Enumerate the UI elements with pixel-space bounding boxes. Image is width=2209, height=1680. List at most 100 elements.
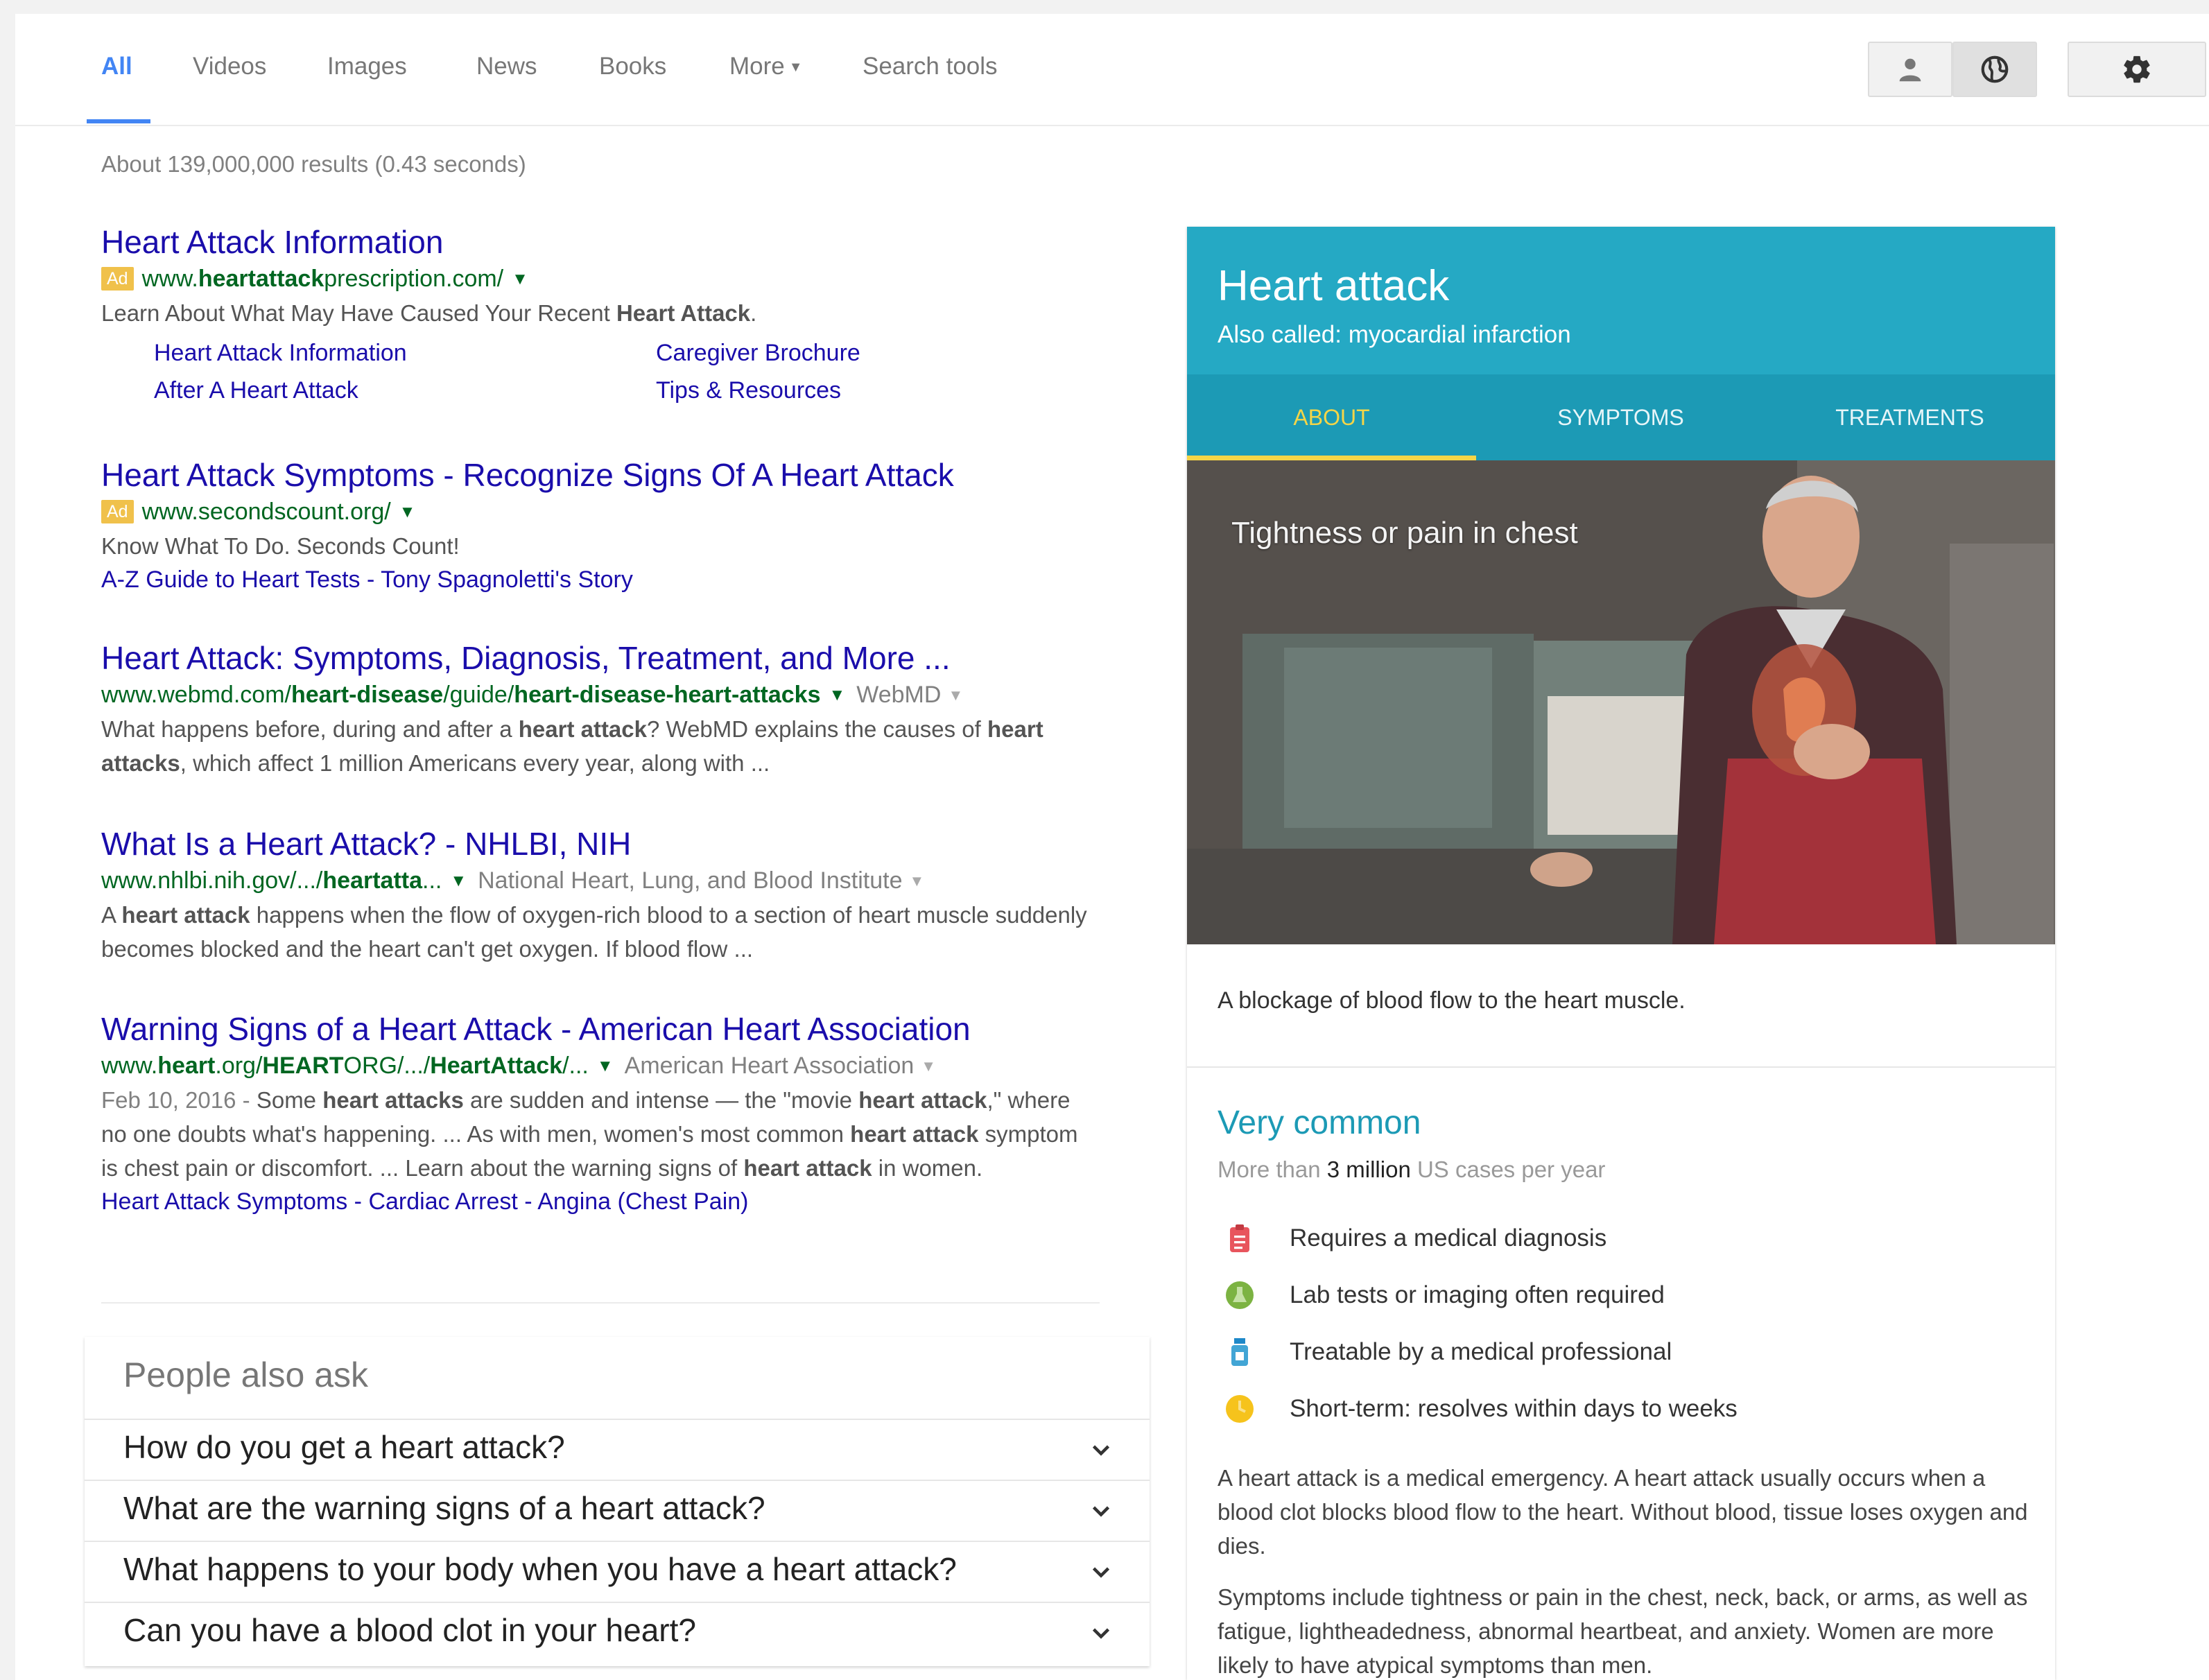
tab-all[interactable]: All	[101, 53, 132, 80]
url-text: /guide/	[443, 682, 514, 708]
url-caret-icon[interactable]: ▼	[597, 1057, 614, 1075]
source-caret-icon[interactable]: ▼	[948, 686, 963, 704]
lab-icon	[1226, 1281, 1254, 1309]
result-source: American Heart Association	[624, 1053, 915, 1079]
paa-question[interactable]: Can you have a blood clot in your heart?	[85, 1602, 1150, 1663]
person-icon	[1899, 58, 1921, 82]
knowledge-panel: Heart attack Also called: myocardial inf…	[1187, 227, 2055, 1680]
kp-active-tab-indicator	[1187, 456, 1476, 460]
result-links: A-Z Guide to Heart Tests - Tony Spagnole…	[101, 566, 633, 593]
tab-news[interactable]: News	[476, 53, 537, 80]
paa-question-text: What are the warning signs of a heart at…	[123, 1490, 765, 1526]
snippet-bold: heart attack	[858, 1087, 987, 1113]
url-caret-icon[interactable]: ▼	[450, 872, 467, 890]
result-title-link[interactable]: Heart Attack: Symptoms, Diagnosis, Treat…	[101, 638, 1100, 678]
kp-tab-bar: ABOUT SYMPTOMS TREATMENTS	[1187, 374, 2055, 460]
paa-question[interactable]: What are the warning signs of a heart at…	[85, 1480, 1150, 1541]
source-caret-icon[interactable]: ▼	[910, 872, 925, 890]
clipboard-icon	[1230, 1224, 1249, 1252]
result-url: www.webmd.com/heart-disease/guide/heart-…	[101, 678, 1100, 712]
divider	[101, 1302, 1100, 1304]
sitelink[interactable]: After A Heart Attack	[154, 377, 358, 404]
tab-books[interactable]: Books	[599, 53, 666, 80]
result-link[interactable]: Angina (Chest Pain)	[537, 1188, 748, 1215]
result-title-link[interactable]: What Is a Heart Attack? - NHLBI, NIH	[101, 824, 1100, 864]
sitelink[interactable]: Caregiver Brochure	[656, 340, 860, 367]
tab-more[interactable]: More ▼	[729, 53, 803, 80]
snippet-text: , which affect 1 million Americans every…	[180, 750, 770, 776]
url-text: www.nhlbi.nih.gov/.../	[101, 867, 323, 894]
prevalence-text: More than 3 million US cases per year	[1218, 1157, 1605, 1183]
result-snippet: A heart attack happens when the flow of …	[101, 898, 1100, 966]
sitelinks: Heart Attack Information After A Heart A…	[101, 334, 1100, 412]
snippet-text: .	[750, 300, 757, 326]
url-text-bold: heart-disease-heart-attacks	[514, 682, 821, 708]
url-caret-icon[interactable]: ▼	[829, 686, 846, 704]
paa-heading: People also ask	[123, 1356, 369, 1394]
url-text: www.secondscount.org/	[141, 499, 391, 525]
result-link[interactable]: A-Z Guide to Heart Tests	[101, 566, 361, 593]
result-title-link[interactable]: Heart Attack Information	[101, 222, 1100, 262]
kp-header: Heart attack Also called: myocardial inf…	[1187, 227, 2055, 374]
snippet-text: Learn About What May Have Caused Your Re…	[101, 300, 616, 326]
search-results-page: All Videos Images News Books More ▼ Searc…	[15, 14, 2209, 1680]
search-nav-bar: All Videos Images News Books More ▼ Searc…	[15, 14, 2209, 126]
prevalence-number: 3 million	[1326, 1157, 1411, 1182]
sitelink[interactable]: Tips & Resources	[656, 377, 841, 404]
paa-question-text: How do you get a heart attack?	[123, 1429, 565, 1465]
result-snippet: What happens before, during and after a …	[101, 712, 1100, 780]
settings-button[interactable]	[2068, 42, 2206, 97]
tab-images[interactable]: Images	[327, 53, 407, 80]
fact-row: Treatable by a medical professional	[1218, 1334, 2036, 1376]
snippet-bold: heart attack	[121, 902, 250, 928]
chevron-down-icon	[1092, 1506, 1110, 1517]
result-links: Heart Attack Symptoms - Cardiac Arrest -…	[101, 1188, 749, 1215]
kp-tab-symptoms[interactable]: SYMPTOMS	[1476, 374, 1765, 460]
result-url: Ad www.secondscount.org/ ▼	[101, 495, 1100, 529]
result-link[interactable]: Tony Spagnoletti's Story	[381, 566, 633, 593]
result-stats: About 139,000,000 results (0.43 seconds)	[101, 151, 526, 177]
tab-search-tools[interactable]: Search tools	[863, 53, 998, 80]
divider	[1187, 1066, 2055, 1068]
result-url: Ad www.heartattackprescription.com/ ▼	[101, 262, 1100, 296]
fact-row: Requires a medical diagnosis	[1218, 1220, 2036, 1262]
organic-result: What Is a Heart Attack? - NHLBI, NIH www…	[101, 824, 1100, 966]
ad-badge: Ad	[101, 267, 134, 291]
tab-more-label: More	[729, 53, 785, 80]
gear-icon	[2124, 55, 2150, 83]
tab-videos[interactable]: Videos	[193, 53, 266, 80]
clock-icon	[1226, 1395, 1254, 1423]
result-snippet: Feb 10, 2016 - Some heart attacks are su…	[101, 1083, 1100, 1185]
fact-text: Short-term: resolves within days to week…	[1290, 1395, 1738, 1422]
ad-result: Heart Attack Information Ad www.heartatta…	[101, 222, 1100, 412]
organic-result: Warning Signs of a Heart Attack - Americ…	[101, 1009, 1100, 1219]
active-tab-indicator	[87, 119, 150, 123]
paa-question[interactable]: How do you get a heart attack?	[85, 1419, 1150, 1480]
account-button[interactable]	[1868, 42, 1952, 97]
sitelink[interactable]: Heart Attack Information	[154, 340, 407, 367]
url-text: www.webmd.com/	[101, 682, 291, 708]
result-link[interactable]: Cardiac Arrest	[368, 1188, 517, 1215]
paa-question-text: What happens to your body when you have …	[123, 1551, 957, 1587]
snippet-text: are sudden and intense — the "movie	[463, 1087, 859, 1113]
url-caret-icon[interactable]: ▼	[512, 270, 528, 288]
fact-text: Treatable by a medical professional	[1290, 1338, 1672, 1365]
kp-tab-treatments[interactable]: TREATMENTS	[1765, 374, 2054, 460]
fact-text: Requires a medical diagnosis	[1290, 1224, 1607, 1252]
organic-result: Heart Attack: Symptoms, Diagnosis, Treat…	[101, 638, 1100, 780]
paa-question[interactable]: What happens to your body when you have …	[85, 1541, 1150, 1602]
url-text: www.	[141, 266, 198, 292]
result-title-link[interactable]: Warning Signs of a Heart Attack - Americ…	[101, 1009, 1100, 1049]
source-caret-icon[interactable]: ▼	[921, 1057, 936, 1075]
kp-tab-about[interactable]: ABOUT	[1187, 374, 1476, 460]
safesearch-button[interactable]	[1952, 42, 2037, 97]
url-caret-icon[interactable]: ▼	[399, 503, 416, 521]
prevalence-pre: More than	[1218, 1157, 1327, 1182]
result-snippet: Know What To Do. Seconds Count!	[101, 533, 460, 559]
result-link[interactable]: Heart Attack Symptoms	[101, 1188, 347, 1215]
caret-down-icon: ▼	[788, 60, 803, 76]
result-title-link[interactable]: Heart Attack Symptoms - Recognize Signs …	[101, 455, 1100, 495]
url-text: ...	[422, 867, 442, 894]
kp-paragraph: A heart attack is a medical emergency. A…	[1218, 1465, 2028, 1559]
fact-text: Lab tests or imaging often required	[1290, 1281, 1665, 1308]
